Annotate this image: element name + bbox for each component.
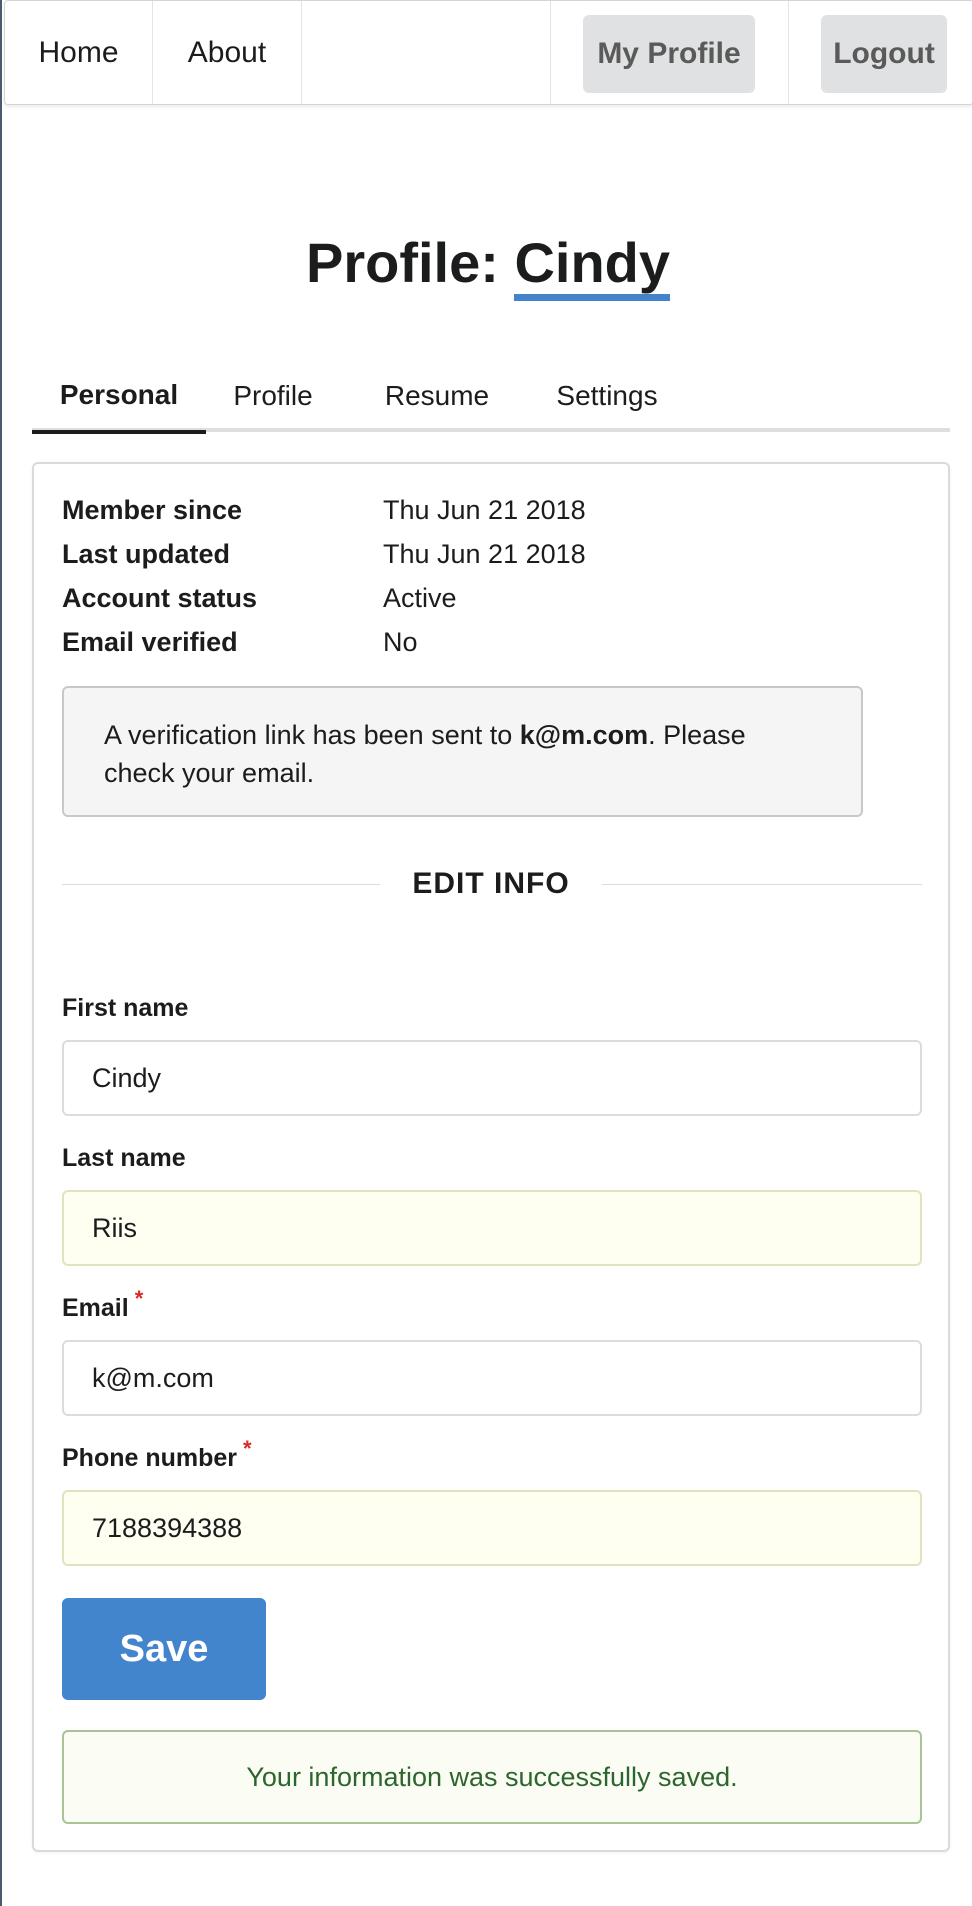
info-value: Active: [383, 583, 457, 613]
info-row-last-updated: Last updated Thu Jun 21 2018: [62, 536, 762, 580]
info-label: Member since: [62, 495, 243, 525]
email-label: Email: [62, 1294, 129, 1322]
my-profile-button[interactable]: My Profile: [583, 15, 755, 93]
divider-line: [602, 884, 922, 885]
last-name-label: Last name: [62, 1144, 186, 1172]
page-title: Profile: Cindy: [2, 228, 972, 301]
last-name-input[interactable]: [62, 1190, 922, 1266]
tab-resume[interactable]: Resume: [362, 360, 512, 432]
info-label: Last updated: [62, 539, 231, 569]
info-value: No: [383, 627, 418, 657]
info-value: Thu Jun 21 2018: [383, 495, 586, 525]
tab-personal[interactable]: Personal: [32, 360, 206, 434]
save-button[interactable]: Save: [62, 1598, 266, 1700]
first-name-input[interactable]: [62, 1040, 922, 1116]
browser-frame: Home About My Profile Logout Profile: Ci…: [0, 0, 972, 1906]
top-nav: Home About My Profile Logout: [4, 0, 972, 105]
info-row-account-status: Account status Active: [62, 580, 762, 624]
email-label-wrap: Email *: [62, 1286, 143, 1323]
nav-about-link[interactable]: About: [153, 1, 302, 104]
logout-button[interactable]: Logout: [821, 15, 947, 93]
info-label: Email verified: [62, 627, 238, 657]
verification-notice: A verification link has been sent to k@m…: [62, 686, 863, 817]
first-name-label: First name: [62, 994, 189, 1022]
personal-info-card: Member since Thu Jun 21 2018 Last update…: [32, 462, 950, 1852]
phone-label: Phone number: [62, 1444, 238, 1472]
profile-tabs: Personal Profile Resume Settings: [32, 360, 950, 434]
notice-email: k@m.com: [519, 720, 649, 750]
email-input[interactable]: [62, 1340, 922, 1416]
tab-settings[interactable]: Settings: [525, 360, 689, 432]
edit-info-heading: EDIT INFO: [412, 867, 570, 900]
phone-input[interactable]: [62, 1490, 922, 1566]
required-asterisk: *: [134, 1286, 144, 1311]
page-title-user-name: Cindy: [514, 232, 671, 301]
phone-label-wrap: Phone number *: [62, 1436, 252, 1473]
success-message: Your information was successfully saved.: [62, 1730, 922, 1824]
info-row-member-since: Member since Thu Jun 21 2018: [62, 492, 762, 536]
info-row-email-verified: Email verified No: [62, 624, 762, 668]
nav-divider: [550, 1, 551, 104]
nav-divider: [788, 1, 789, 104]
required-asterisk: *: [243, 1436, 252, 1461]
nav-home-link[interactable]: Home: [5, 1, 153, 104]
info-value: Thu Jun 21 2018: [383, 539, 586, 569]
tab-profile[interactable]: Profile: [206, 360, 340, 432]
info-label: Account status: [62, 583, 258, 613]
notice-text-before: A verification link has been sent to: [104, 720, 520, 750]
page-title-prefix: Profile:: [305, 231, 499, 294]
edit-info-divider: EDIT INFO: [62, 864, 922, 904]
divider-line: [62, 884, 380, 885]
account-info-table: Member since Thu Jun 21 2018 Last update…: [62, 492, 762, 668]
